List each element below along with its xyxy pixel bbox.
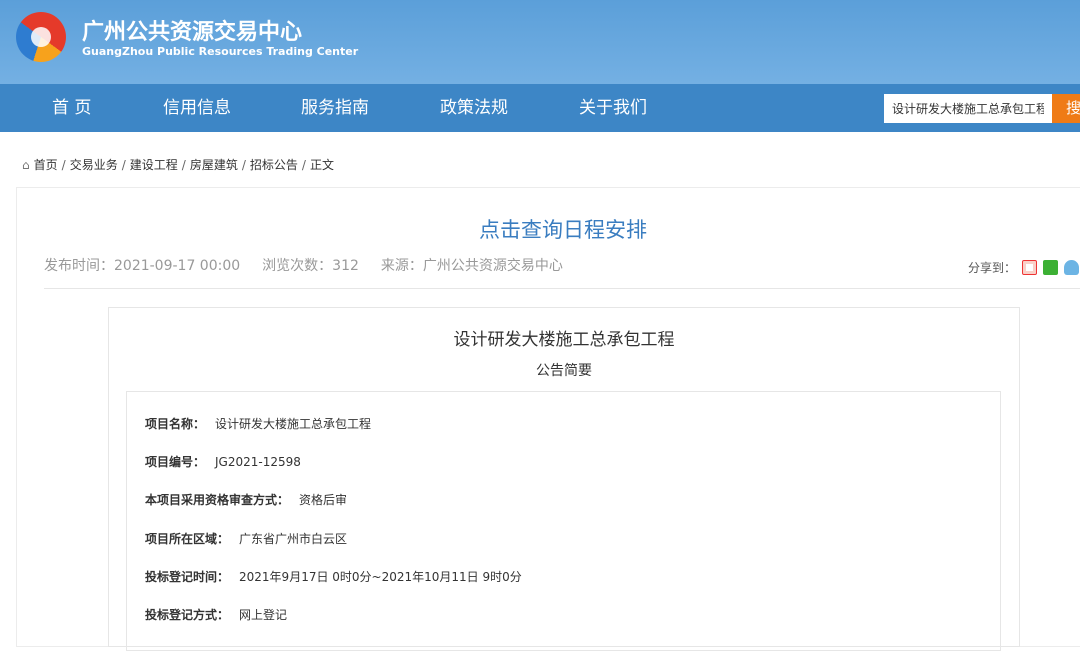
field-value: JG2021-12598 bbox=[215, 455, 301, 469]
nav-about[interactable]: 关于我们 bbox=[579, 84, 647, 132]
breadcrumb-current: 正文 bbox=[309, 158, 334, 172]
divider bbox=[44, 288, 1080, 289]
site-logo-icon[interactable] bbox=[16, 12, 66, 62]
field-label: 项目名称： bbox=[145, 417, 206, 431]
nav-guide[interactable]: 服务指南 bbox=[301, 84, 369, 132]
field-row: 投标登记方式： 网上登记 bbox=[145, 606, 287, 623]
site-subtitle: GuangZhou Public Resources Trading Cente… bbox=[82, 45, 359, 58]
breadcrumb-tender[interactable]: 招标公告 bbox=[250, 156, 298, 173]
field-row: 本项目采用资格审查方式： 资格后审 bbox=[145, 491, 347, 508]
notice-subtitle: 公告简要 bbox=[536, 363, 592, 379]
publish-time: 发布时间：2021-09-17 00:00 bbox=[44, 258, 241, 274]
field-value: 资格后审 bbox=[299, 493, 348, 507]
breadcrumb-construction[interactable]: 建设工程 bbox=[130, 156, 178, 173]
search-input[interactable] bbox=[884, 94, 1052, 123]
field-label: 投标登记时间： bbox=[145, 570, 230, 584]
breadcrumb-trading[interactable]: 交易业务 bbox=[70, 156, 118, 173]
field-label: 项目所在区域： bbox=[145, 532, 230, 546]
search-button[interactable]: 搜 bbox=[1052, 94, 1080, 123]
source: 来源：广州公共资源交易中心 bbox=[380, 258, 563, 274]
nav-policy[interactable]: 政策法规 bbox=[440, 84, 508, 132]
breadcrumb-home[interactable]: 首页 bbox=[34, 156, 58, 173]
field-value: 网上登记 bbox=[239, 608, 288, 622]
field-label: 本项目采用资格审查方式： bbox=[145, 493, 290, 507]
breadcrumb: ⌂ 首页 / 交易业务 / 建设工程 / 房屋建筑 / 招标公告 / 正文 bbox=[22, 156, 334, 173]
notice-title: 设计研发大楼施工总承包工程 bbox=[453, 330, 675, 350]
weibo-icon[interactable] bbox=[1022, 260, 1038, 275]
field-row: 投标登记时间： 2021年9月17日 0时0分~2021年10月11日 9时0分 bbox=[145, 568, 522, 585]
field-row: 项目名称： 设计研发大楼施工总承包工程 bbox=[145, 415, 371, 432]
field-label: 项目编号： bbox=[145, 455, 206, 469]
breadcrumb-building[interactable]: 房屋建筑 bbox=[190, 156, 238, 173]
field-value: 2021年9月17日 0时0分~2021年10月11日 9时0分 bbox=[239, 570, 522, 584]
article-meta: 发布时间：2021-09-17 00:00 浏览次数：312 来源：广州公共资源… bbox=[44, 255, 563, 275]
site-header: 广州公共资源交易中心 GuangZhou Public Resources Tr… bbox=[0, 0, 1080, 84]
field-value: 广东省广州市白云区 bbox=[239, 532, 348, 546]
field-row: 项目所在区域： 广东省广州市白云区 bbox=[145, 530, 347, 547]
view-count: 浏览次数：312 bbox=[262, 258, 359, 274]
nav-home[interactable]: 首 页 bbox=[52, 84, 91, 132]
site-title[interactable]: 广州公共资源交易中心 bbox=[82, 14, 302, 46]
schedule-link[interactable]: 点击查询日程安排 bbox=[0, 214, 1080, 244]
field-label: 投标登记方式： bbox=[145, 608, 230, 622]
field-row: 项目编号： JG2021-12598 bbox=[145, 453, 301, 470]
home-icon: ⌂ bbox=[22, 157, 30, 172]
share-bar: 分享到： bbox=[968, 259, 1080, 276]
wechat-icon[interactable] bbox=[1043, 260, 1059, 275]
field-value: 设计研发大楼施工总承包工程 bbox=[215, 417, 372, 431]
qq-icon[interactable] bbox=[1064, 260, 1080, 275]
share-label: 分享到： bbox=[968, 261, 1017, 275]
nav-credit[interactable]: 信用信息 bbox=[163, 84, 231, 132]
